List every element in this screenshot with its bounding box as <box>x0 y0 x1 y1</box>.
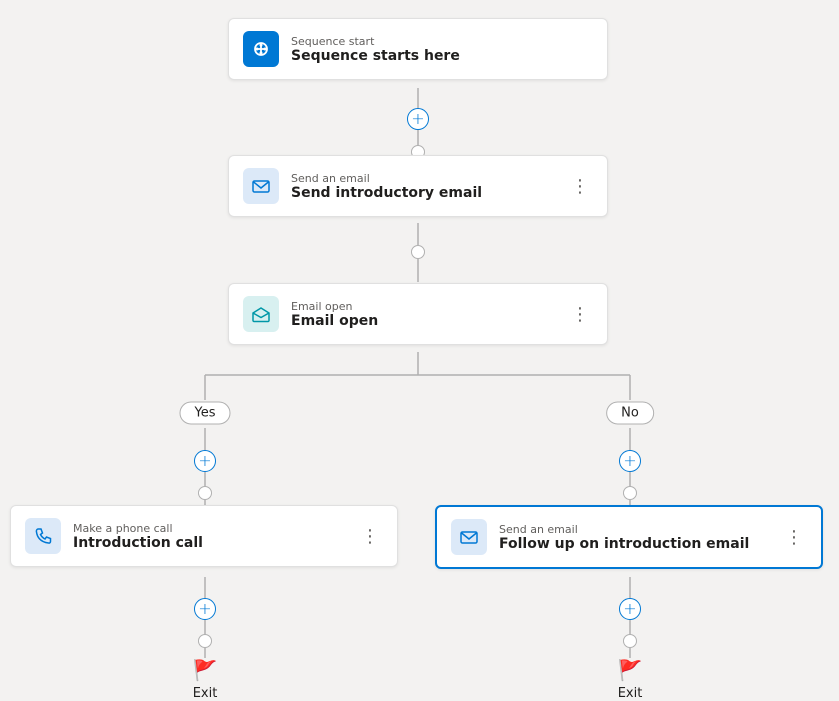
connector-circle-left-bottom <box>198 634 212 648</box>
phone-icon <box>33 526 53 546</box>
exit-left-flag: 🚩 <box>193 658 218 682</box>
phone-call-icon-box <box>25 518 61 554</box>
exit-left-label: Exit <box>193 686 218 701</box>
send-email-1-text: Send an email Send introductory email <box>291 172 555 201</box>
connector-circle-left <box>198 486 212 500</box>
email-open-card: Email open Email open ⋮ <box>228 283 608 345</box>
sequence-start-icon-box <box>243 31 279 67</box>
exit-right-label: Exit <box>618 686 643 701</box>
phone-call-title: Introduction call <box>73 535 345 551</box>
send-email-1-card: Send an email Send introductory email ⋮ <box>228 155 608 217</box>
sequence-start-card: Sequence start Sequence starts here <box>228 18 608 80</box>
email-open-icon-box <box>243 296 279 332</box>
add-button-right-bottom[interactable] <box>619 598 641 620</box>
phone-call-menu[interactable]: ⋮ <box>357 524 383 549</box>
connector-circle-right <box>623 486 637 500</box>
send-email-2-card: Send an email Follow up on introduction … <box>435 505 823 569</box>
branch-no-label: No <box>606 402 654 425</box>
add-button-yes[interactable] <box>194 450 216 472</box>
connector-circle-2 <box>411 245 425 259</box>
sequence-start-text: Sequence start Sequence starts here <box>291 35 593 64</box>
send-email-2-title: Follow up on introduction email <box>499 536 769 552</box>
add-button-left-bottom[interactable] <box>194 598 216 620</box>
exit-right-flag: 🚩 <box>618 658 643 682</box>
exit-right: 🚩 Exit <box>618 658 643 701</box>
sequence-icon <box>251 39 271 59</box>
email-open-title: Email open <box>291 313 555 329</box>
send-email-2-icon-box <box>451 519 487 555</box>
send-email-1-title: Send introductory email <box>291 185 555 201</box>
connector-circle-right-bottom <box>623 634 637 648</box>
email-icon-2 <box>459 527 479 547</box>
email-open-text: Email open Email open <box>291 300 555 329</box>
email-open-icon <box>251 304 271 324</box>
send-email-1-menu[interactable]: ⋮ <box>567 174 593 199</box>
phone-call-card: Make a phone call Introduction call ⋮ <box>10 505 398 567</box>
phone-call-label: Make a phone call <box>73 522 345 535</box>
add-button-no[interactable] <box>619 450 641 472</box>
email-icon-1 <box>251 176 271 196</box>
branch-yes-label: Yes <box>180 402 231 425</box>
email-open-menu[interactable]: ⋮ <box>567 302 593 327</box>
sequence-start-title: Sequence starts here <box>291 48 593 64</box>
add-button-1[interactable] <box>407 108 429 130</box>
send-email-1-label: Send an email <box>291 172 555 185</box>
send-email-1-icon-box <box>243 168 279 204</box>
phone-call-text: Make a phone call Introduction call <box>73 522 345 551</box>
send-email-2-label: Send an email <box>499 523 769 536</box>
send-email-2-menu[interactable]: ⋮ <box>781 525 807 550</box>
sequence-start-label: Sequence start <box>291 35 593 48</box>
send-email-2-text: Send an email Follow up on introduction … <box>499 523 769 552</box>
exit-left: 🚩 Exit <box>193 658 218 701</box>
email-open-label: Email open <box>291 300 555 313</box>
